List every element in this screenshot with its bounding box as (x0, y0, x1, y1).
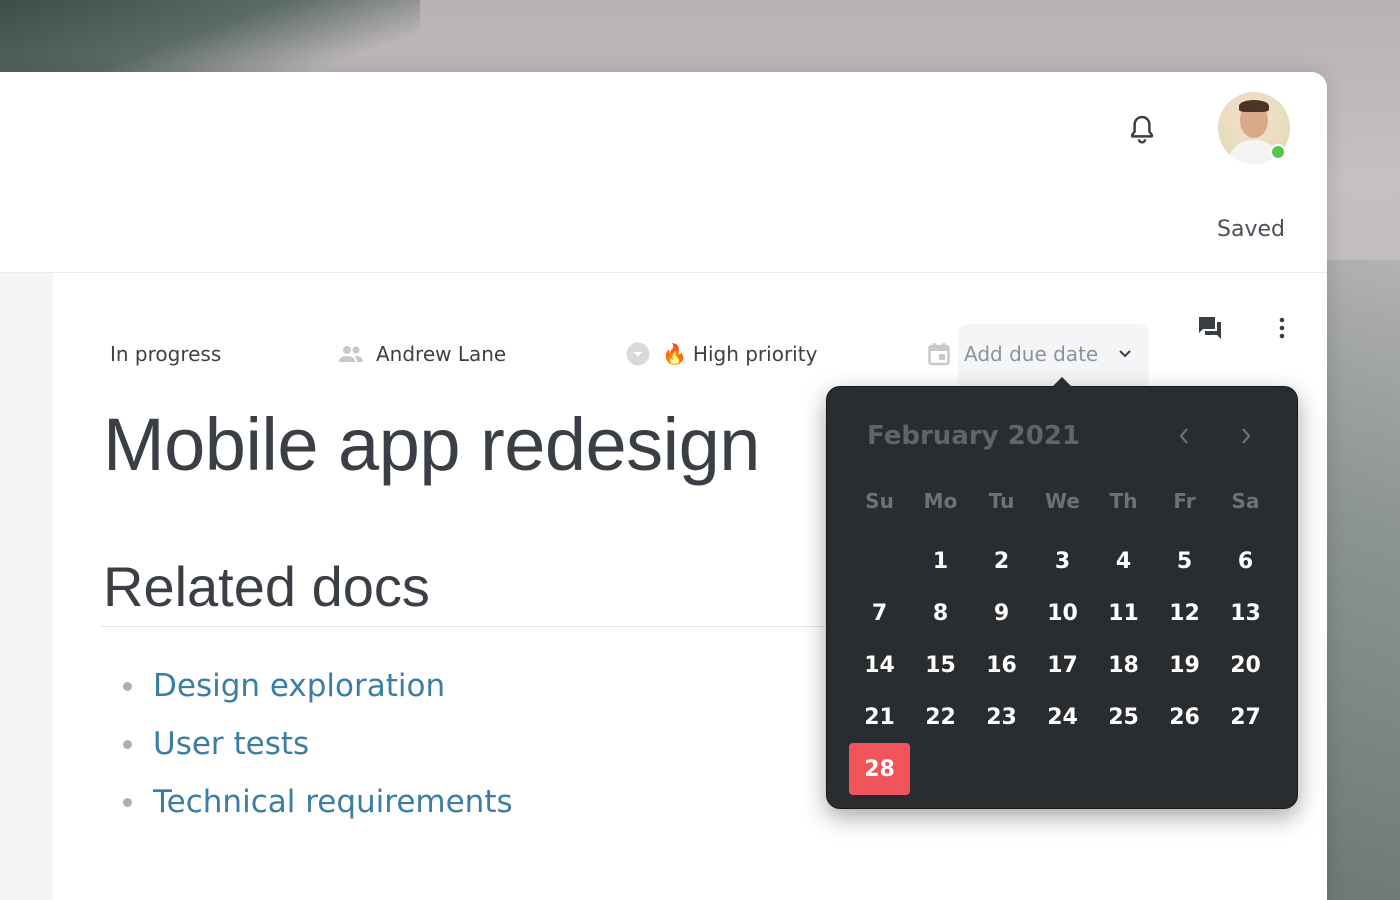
section-heading: Related docs (103, 555, 430, 618)
priority-label: High priority (692, 342, 818, 366)
doc-link-technical-requirements[interactable]: Technical requirements (153, 784, 513, 820)
calendar-day[interactable]: 24 (1032, 691, 1093, 743)
calendar-day[interactable]: 3 (1032, 535, 1093, 587)
people-icon (338, 345, 364, 363)
comments-icon[interactable] (1194, 312, 1226, 344)
calendar-day[interactable]: 8 (910, 587, 971, 639)
assignee-selector[interactable]: Andrew Lane (338, 342, 506, 366)
chevron-right-icon[interactable] (1231, 421, 1261, 451)
status-selector[interactable]: In progress (110, 342, 221, 366)
calendar-day[interactable]: 9 (971, 587, 1032, 639)
bullet (123, 681, 132, 691)
calendar-day[interactable]: 10 (1032, 587, 1093, 639)
calendar-day[interactable]: 25 (1093, 691, 1154, 743)
due-date-selector[interactable]: Add due date (928, 342, 1132, 366)
doc-link-design-exploration[interactable]: Design exploration (153, 668, 445, 704)
assignee-name: Andrew Lane (376, 342, 507, 366)
due-date-placeholder: Add due date (964, 342, 1099, 366)
calendar-day[interactable]: 13 (1215, 587, 1276, 639)
calendar-day[interactable]: 26 (1154, 691, 1215, 743)
calendar-day[interactable]: 5 (1154, 535, 1215, 587)
calendar-day[interactable]: 19 (1154, 639, 1215, 691)
calendar-day[interactable]: 17 (1032, 639, 1093, 691)
page-title: Mobile app redesign (103, 403, 760, 486)
calendar-day[interactable]: 27 (1215, 691, 1276, 743)
calendar-day[interactable]: 14 (849, 639, 910, 691)
left-gutter (0, 273, 53, 900)
weekday-header: Mo (923, 489, 958, 513)
list-item: Design exploration (120, 657, 513, 715)
dropdown-circle-icon (626, 342, 650, 366)
calendar-day[interactable]: 4 (1093, 535, 1154, 587)
calendar-day-selected[interactable]: 28 (849, 743, 910, 795)
calendar-day[interactable]: 7 (849, 587, 910, 639)
calendar-icon (928, 342, 950, 366)
fire-icon: 🔥 (662, 342, 687, 366)
weekday-header: Fr (1173, 489, 1196, 513)
calendar-day[interactable]: 11 (1093, 587, 1154, 639)
date-picker-popover: February 2021 Su Mo Tu We Th Fr Sa 1 2 3 4 5 6 7 8 9 10 1… (826, 386, 1298, 809)
related-docs-list: Design exploration User tests Technical … (120, 657, 513, 831)
calendar-day[interactable]: 15 (910, 639, 971, 691)
bullet (123, 739, 132, 749)
save-status: Saved (1217, 217, 1285, 242)
list-item: User tests (120, 715, 513, 773)
calendar-month-label: February 2021 (867, 421, 1081, 451)
heading-divider (101, 626, 841, 627)
weekday-header: We (1045, 489, 1080, 513)
chevron-left-icon[interactable] (1169, 421, 1199, 451)
user-avatar[interactable] (1218, 92, 1290, 164)
online-status-indicator (1270, 144, 1286, 160)
top-bar: Saved (0, 72, 1327, 273)
background-landscape (1320, 260, 1400, 900)
bell-icon[interactable] (1124, 112, 1160, 148)
calendar-day[interactable]: 1 (910, 535, 971, 587)
priority-selector[interactable]: 🔥 High priority (626, 342, 817, 366)
weekday-header: Sa (1231, 489, 1260, 513)
calendar-day[interactable]: 23 (971, 691, 1032, 743)
calendar-grid: Su Mo Tu We Th Fr Sa 1 2 3 4 5 6 7 8 9 10 11 12 13 14 15 16 17 1… (849, 483, 1276, 795)
bullet (123, 797, 132, 807)
background-mountain (0, 0, 420, 80)
weekday-header: Th (1109, 489, 1138, 513)
calendar-day[interactable]: 20 (1215, 639, 1276, 691)
calendar-day[interactable]: 21 (849, 691, 910, 743)
weekday-header: Su (865, 489, 894, 513)
list-item: Technical requirements (120, 773, 513, 831)
calendar-day[interactable]: 6 (1215, 535, 1276, 587)
calendar-day[interactable]: 18 (1093, 639, 1154, 691)
popover-caret (1050, 377, 1074, 389)
calendar-empty-cell (849, 535, 910, 587)
calendar-day[interactable]: 12 (1154, 587, 1215, 639)
calendar-day[interactable]: 2 (971, 535, 1032, 587)
calendar-day[interactable]: 16 (971, 639, 1032, 691)
status-label: In progress (110, 342, 222, 366)
doc-link-user-tests[interactable]: User tests (153, 726, 309, 762)
more-vertical-icon[interactable] (1266, 312, 1298, 344)
calendar-day[interactable]: 22 (910, 691, 971, 743)
weekday-header: Tu (988, 489, 1015, 513)
chevron-down-icon (1118, 349, 1132, 359)
